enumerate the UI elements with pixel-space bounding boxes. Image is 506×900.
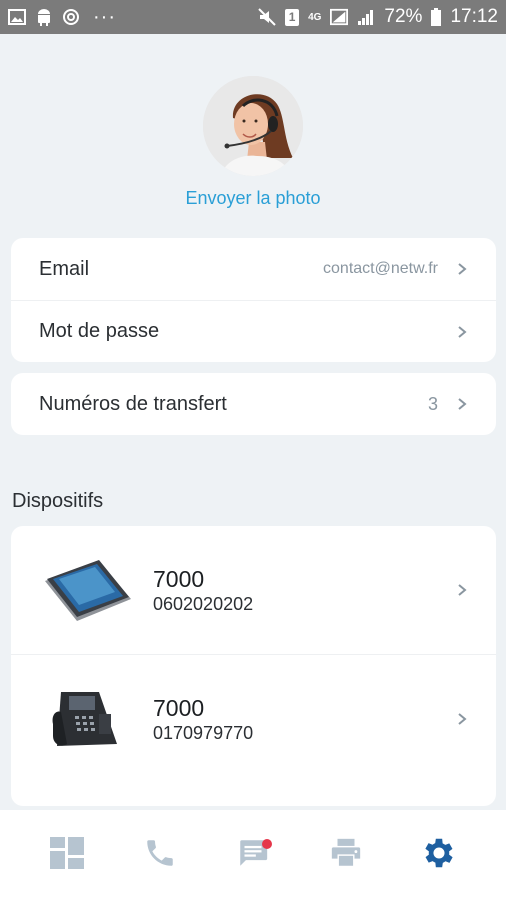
devices-card: 7000 0602020202 7000 0170979770	[11, 526, 496, 806]
account-card: Email contact@netw.fr Mot de passe	[11, 238, 496, 362]
send-photo-link[interactable]: Envoyer la photo	[0, 188, 506, 209]
chevron-right-icon	[456, 261, 468, 277]
password-row[interactable]: Mot de passe	[11, 300, 496, 362]
nav-calls[interactable]	[135, 830, 185, 880]
password-label: Mot de passe	[39, 320, 160, 342]
device-number: 0602020202	[153, 594, 254, 614]
nav-dashboard[interactable]	[42, 830, 92, 880]
fax-icon	[328, 836, 364, 875]
settings-icon	[420, 834, 458, 877]
smartphone-icon	[39, 555, 134, 625]
battery-percent: 72%	[384, 6, 423, 27]
nav-settings[interactable]	[414, 830, 464, 880]
gallery-notification-icon	[8, 8, 26, 26]
dashboard-icon	[49, 836, 84, 874]
more-notifications-icon: ···	[93, 5, 116, 28]
devices-section-title: Dispositifs	[12, 490, 104, 512]
bottom-navigation	[0, 810, 506, 900]
device-extension: 7000	[153, 566, 205, 592]
email-value: contact@netw.fr	[323, 260, 438, 277]
transfer-numbers-row[interactable]: Numéros de transfert 3	[11, 373, 496, 435]
email-row[interactable]: Email contact@netw.fr	[11, 238, 496, 300]
device-extension: 7000	[153, 694, 205, 721]
transfer-card: Numéros de transfert 3	[11, 373, 496, 435]
android-notification-icon	[35, 8, 53, 26]
status-bar: ··· 1 4G 72% 17:12	[0, 0, 506, 34]
network-type: 4G	[308, 11, 322, 23]
cell-signal-icon	[357, 8, 375, 26]
avatar[interactable]	[203, 76, 303, 176]
email-label: Email	[39, 257, 90, 280]
mute-icon	[258, 8, 276, 26]
nav-messages[interactable]	[228, 830, 278, 880]
sync-notification-icon	[62, 8, 80, 26]
sim-icon: 1	[285, 8, 300, 26]
device-row-mobile[interactable]: 7000 0602020202	[11, 526, 496, 654]
chevron-right-icon	[456, 582, 468, 598]
transfer-numbers-label: Numéros de transfert	[39, 392, 227, 415]
battery-icon	[431, 8, 442, 26]
clock: 17:12	[450, 6, 498, 27]
nav-fax[interactable]	[321, 830, 371, 880]
desk-phone-icon	[39, 684, 134, 754]
device-number: 0170979770	[153, 722, 254, 743]
wifi-signal-icon	[330, 8, 349, 26]
chevron-right-icon	[456, 711, 468, 727]
device-row-deskphone[interactable]: 7000 0170979770	[11, 654, 496, 782]
transfer-count: 3	[427, 393, 438, 414]
chevron-right-icon	[456, 324, 468, 340]
phone-icon	[143, 836, 177, 875]
chevron-right-icon	[456, 396, 468, 412]
unread-badge	[261, 839, 272, 849]
